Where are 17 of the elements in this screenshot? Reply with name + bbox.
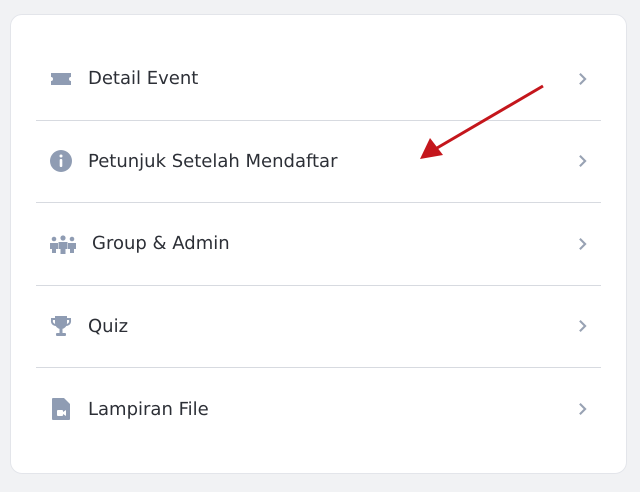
chevron-right-icon — [578, 72, 587, 86]
menu-item[interactable]: Quiz — [36, 286, 601, 368]
menu-item[interactable]: Lampiran File — [36, 368, 601, 450]
menu-item-label: Detail Event — [88, 68, 200, 90]
menu-item-label: Petunjuk Setelah Mendaftar — [88, 150, 338, 172]
chevron-right-icon — [578, 236, 587, 251]
chevron-right-icon — [578, 402, 587, 416]
chevron-right-icon — [578, 154, 587, 168]
menu-item[interactable]: Group & Admin — [36, 203, 601, 286]
menu-item-label: Quiz — [88, 316, 130, 337]
chevron-right-icon — [578, 319, 587, 334]
trophy-icon — [49, 314, 73, 338]
menu-item[interactable]: Detail Event — [36, 38, 601, 120]
info-icon — [49, 149, 73, 174]
menu-item-label: Group & Admin — [92, 233, 231, 254]
menu-item-label: Lampiran File — [88, 398, 210, 420]
video-file-icon — [49, 397, 73, 422]
